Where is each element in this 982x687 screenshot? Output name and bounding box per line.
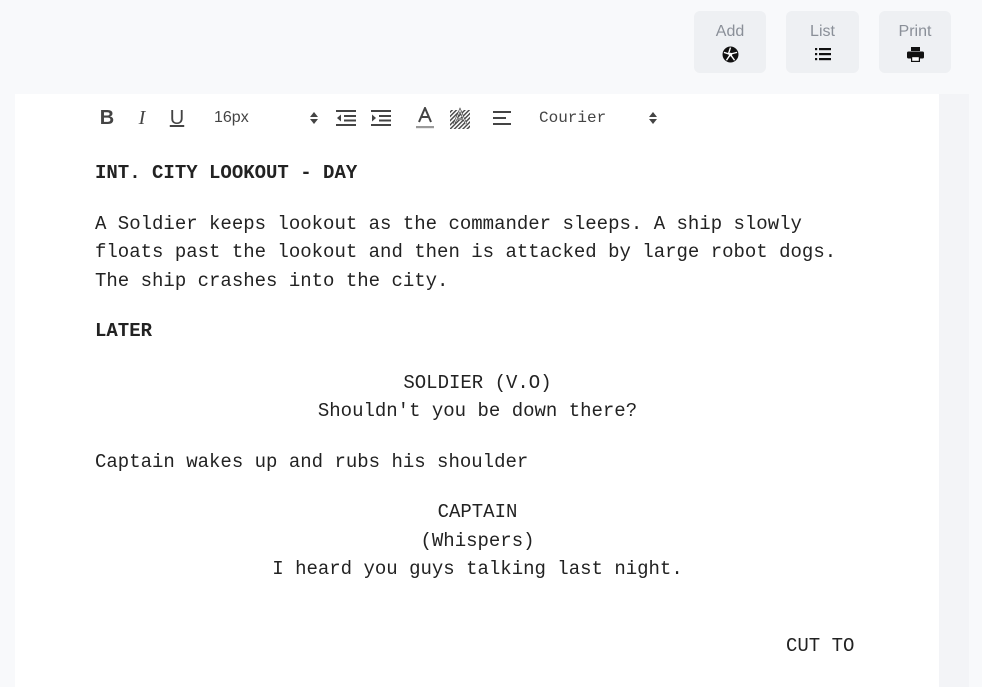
script-editor[interactable]: B I U 16px Courier INT. CITY LOOKOUT - D… bbox=[15, 94, 939, 687]
font-family-value: Courier bbox=[539, 109, 607, 127]
dialogue-block: CAPTAIN (Whispers) I heard you guys talk… bbox=[95, 498, 860, 584]
bold-button[interactable]: B bbox=[95, 106, 119, 130]
aperture-icon bbox=[721, 45, 739, 63]
align-left-icon[interactable] bbox=[491, 106, 515, 130]
indent-icon[interactable] bbox=[369, 106, 393, 130]
screenplay-content[interactable]: INT. CITY LOOKOUT - DAY A Soldier keeps … bbox=[95, 159, 860, 606]
scroll-gutter bbox=[939, 94, 969, 687]
printer-icon bbox=[906, 45, 924, 63]
font-family-select[interactable]: Courier bbox=[539, 109, 657, 127]
underline-button[interactable]: U bbox=[165, 106, 189, 130]
formatting-toolbar: B I U 16px Courier bbox=[95, 106, 657, 130]
character-name: CAPTAIN bbox=[437, 501, 518, 523]
italic-button[interactable]: I bbox=[130, 106, 154, 130]
parenthetical: (Whispers) bbox=[420, 529, 535, 552]
highlight-color-icon[interactable] bbox=[448, 106, 472, 130]
action-line: A Soldier keeps lookout as the commander… bbox=[95, 212, 837, 292]
font-size-select[interactable]: 16px bbox=[214, 109, 318, 127]
list-icon bbox=[814, 45, 832, 63]
print-button[interactable]: Print bbox=[879, 11, 951, 73]
outdent-icon[interactable] bbox=[334, 106, 358, 130]
scene-heading: INT. CITY LOOKOUT - DAY bbox=[95, 162, 358, 184]
print-button-label: Print bbox=[898, 23, 932, 40]
top-action-bar: Add List Print bbox=[694, 11, 951, 73]
text-color-icon[interactable] bbox=[413, 106, 437, 130]
character-name: SOLDIER (V.O) bbox=[403, 371, 552, 394]
dialogue-line: Shouldn't you be down there? bbox=[317, 400, 638, 422]
add-button-label: Add bbox=[715, 23, 745, 40]
list-button-label: List bbox=[810, 23, 835, 40]
select-arrows-icon bbox=[310, 112, 318, 124]
dialogue-block: SOLDIER (V.O) Shouldn't you be down ther… bbox=[95, 369, 860, 426]
add-button[interactable]: Add bbox=[694, 11, 766, 73]
dialogue-line: I heard you guys talking last night. bbox=[272, 558, 683, 580]
transition-later: LATER bbox=[95, 320, 153, 342]
transition-cut-to: CUT TO bbox=[786, 635, 855, 657]
action-line: Captain wakes up and rubs his shoulder bbox=[95, 450, 529, 473]
font-size-value: 16px bbox=[214, 109, 249, 126]
list-button[interactable]: List bbox=[786, 11, 859, 73]
select-arrows-icon bbox=[649, 112, 657, 124]
